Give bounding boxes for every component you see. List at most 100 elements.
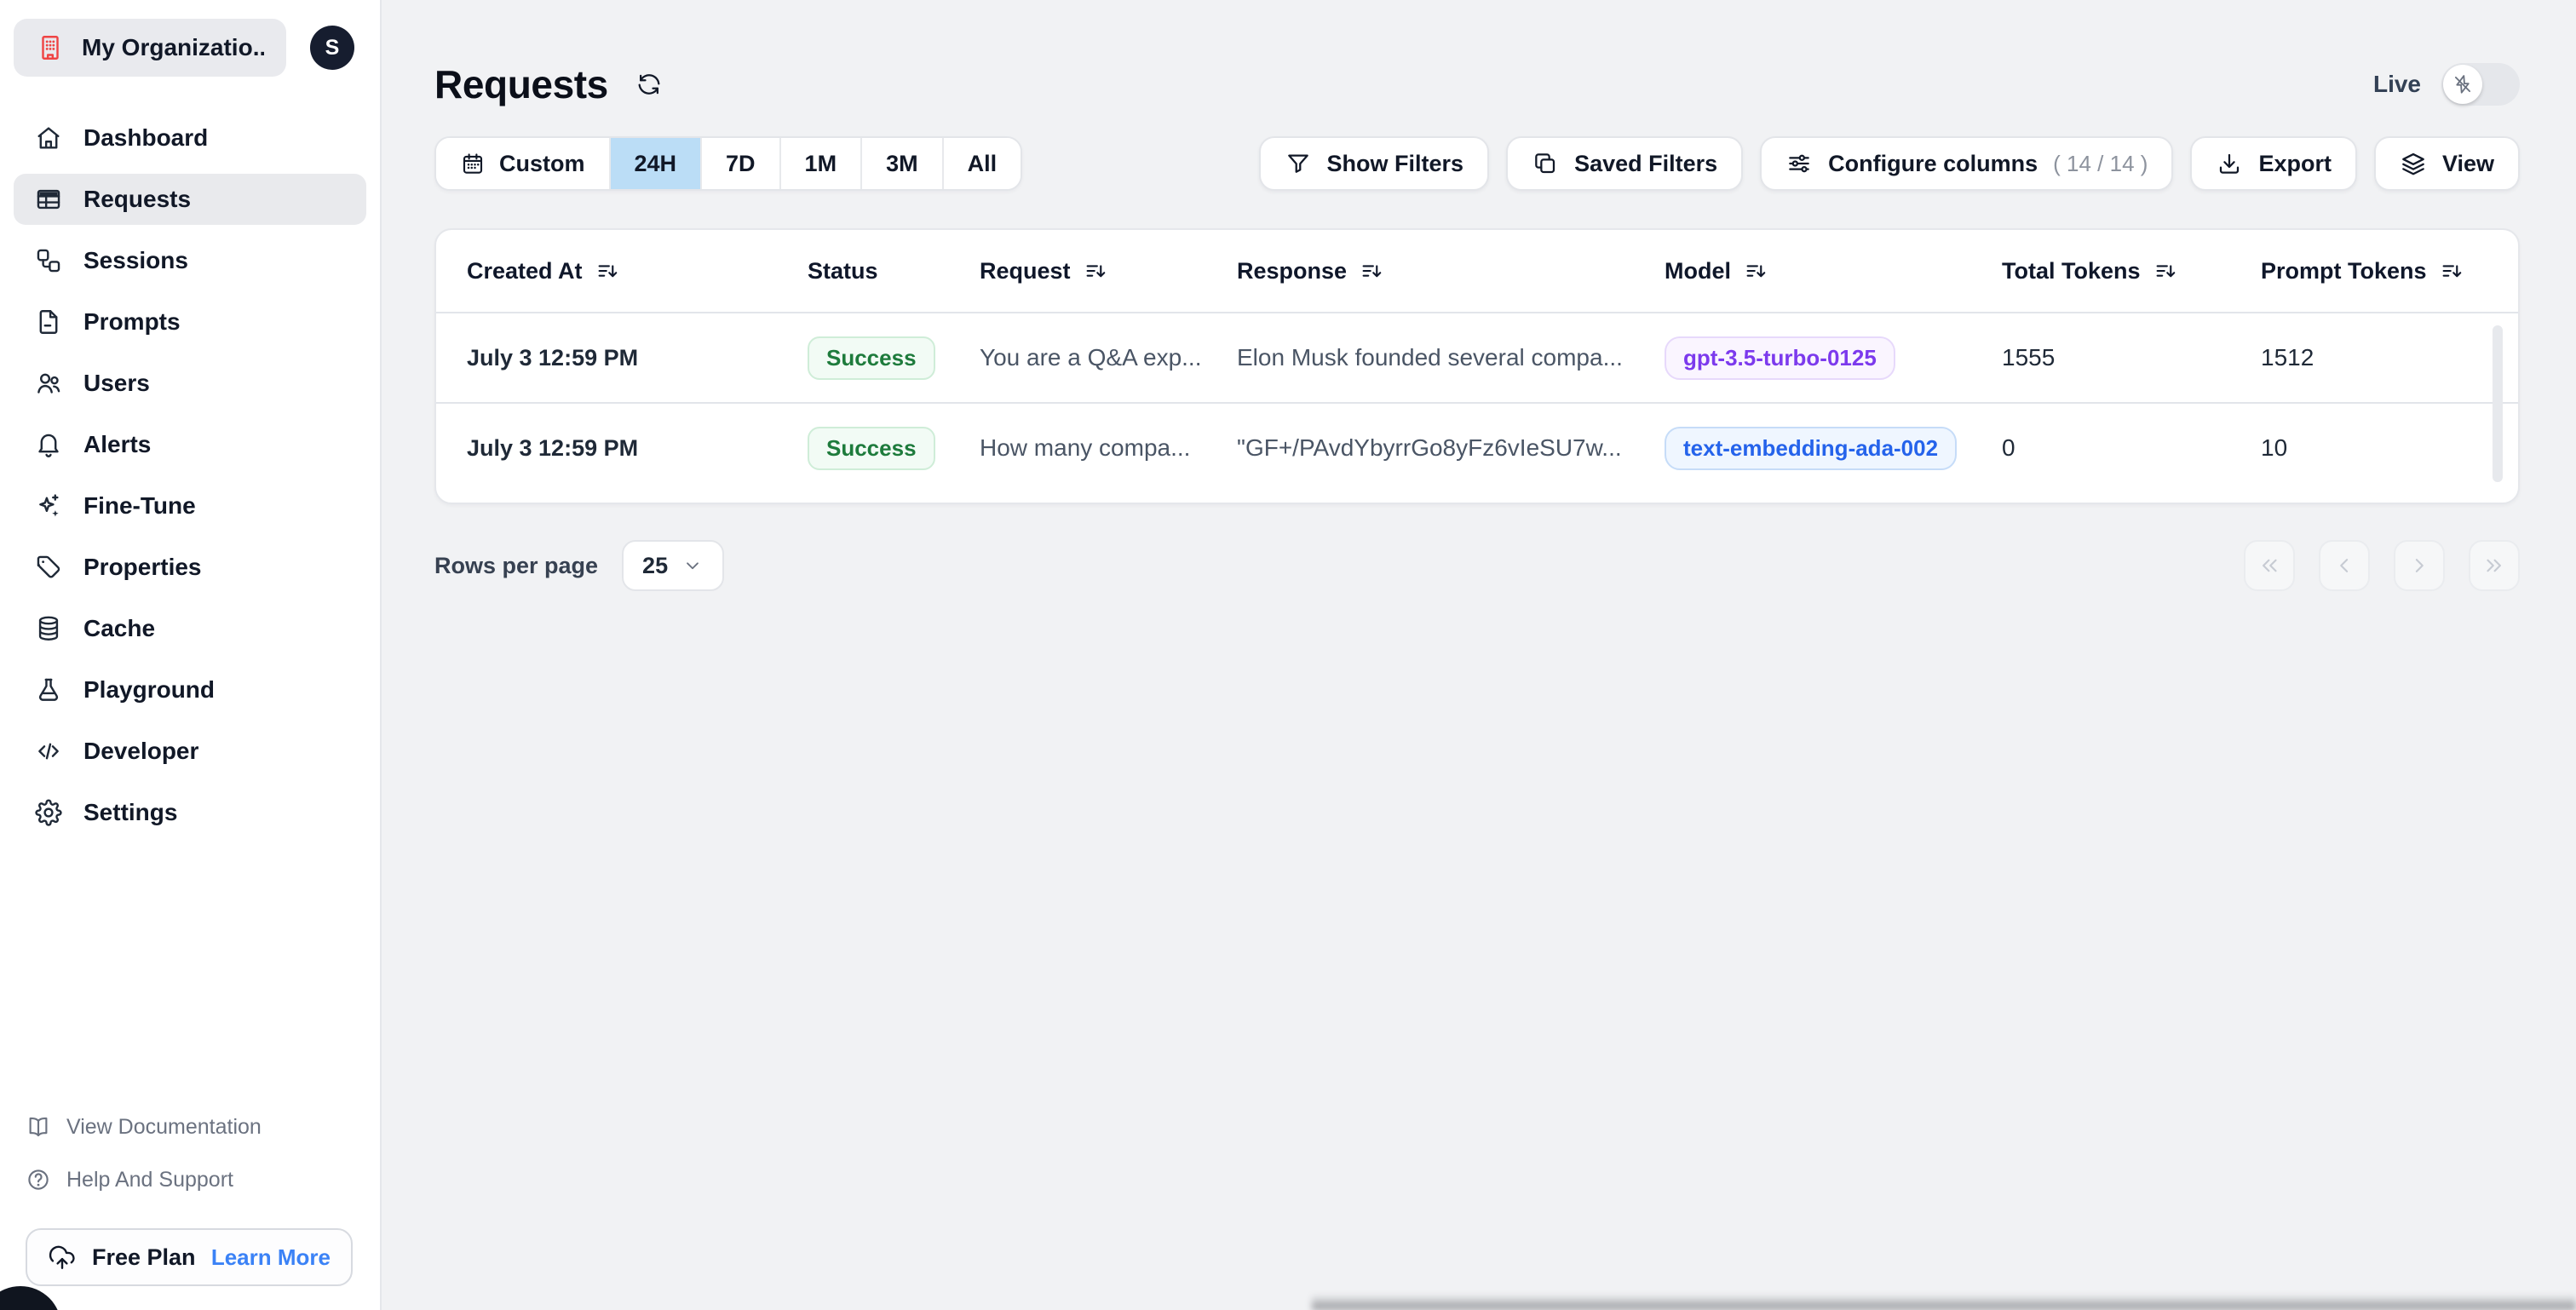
sort-icon[interactable] <box>1743 258 1768 284</box>
cell-prompt-tokens: 1512 <box>2261 344 2314 371</box>
sliders-icon <box>1785 150 1813 177</box>
sort-icon[interactable] <box>2439 258 2464 284</box>
model-badge: text-embedding-ada-002 <box>1665 426 1958 470</box>
org-name: My Organizatio... <box>82 34 264 60</box>
layers-icon <box>2400 150 2427 177</box>
cell-status: Success <box>808 426 980 470</box>
toolbar-buttons: Show Filters Saved Filters Configure col… <box>1258 136 2520 191</box>
table-footer: Rows per page 25 <box>434 540 2520 591</box>
zap-off-icon <box>2452 73 2474 95</box>
next-page-button[interactable] <box>2394 540 2445 591</box>
tag-icon <box>34 553 63 582</box>
copy-icon <box>1532 150 1559 177</box>
funnel-icon <box>1285 150 1312 177</box>
table-scrollbar[interactable] <box>2493 325 2503 482</box>
requests-table-card: Created At Status Request Response Model… <box>434 228 2520 504</box>
cell-model: text-embedding-ada-002 <box>1665 426 2002 470</box>
sort-icon[interactable] <box>595 258 620 284</box>
sort-icon[interactable] <box>1359 258 1384 284</box>
time-range-7d[interactable]: 7D <box>702 138 781 189</box>
time-range-24h[interactable]: 24H <box>610 138 703 189</box>
avatar[interactable]: S <box>310 26 354 70</box>
column-header-response[interactable]: Response <box>1237 258 1665 284</box>
cloud-up-icon <box>48 1243 77 1272</box>
sidebar-footer: View Documentation Help And Support Free… <box>26 1114 353 1286</box>
home-icon <box>34 124 63 152</box>
sidebar-item-prompts[interactable]: Prompts <box>14 296 366 348</box>
sidebar-item-settings[interactable]: Settings <box>14 787 366 838</box>
column-header-request[interactable]: Request <box>980 258 1237 284</box>
column-header-status[interactable]: Status <box>808 258 980 284</box>
toolbar: Custom 24H 7D 1M 3M All Show Filters Sav… <box>434 136 2520 191</box>
plan-label: Free Plan <box>92 1244 196 1270</box>
org-row: My Organizatio... S <box>0 0 380 77</box>
table-row[interactable]: July 3 12:59 PM Success How many compa..… <box>436 404 2518 492</box>
sidebar-item-users[interactable]: Users <box>14 358 366 409</box>
main-content: Requests Live Custom 24H 7D 1M 3M All Sh… <box>382 0 2576 1310</box>
help-icon <box>26 1167 51 1192</box>
prev-page-button[interactable] <box>2319 540 2370 591</box>
first-page-button[interactable] <box>2244 540 2295 591</box>
column-header-model[interactable]: Model <box>1665 258 2002 284</box>
sidebar-item-fine-tune[interactable]: Fine-Tune <box>14 480 366 531</box>
pagination <box>2244 540 2520 591</box>
saved-filters-button[interactable]: Saved Filters <box>1506 136 1744 191</box>
column-header-total-tokens[interactable]: Total Tokens <box>2002 258 2261 284</box>
sidebar-item-sessions[interactable]: Sessions <box>14 235 366 286</box>
last-page-button[interactable] <box>2469 540 2520 591</box>
sessions-icon <box>34 246 63 275</box>
export-button[interactable]: Export <box>2190 136 2357 191</box>
cell-created-at: July 3 12:59 PM <box>467 434 639 461</box>
rows-per-page-value: 25 <box>642 552 669 578</box>
refresh-button[interactable] <box>632 67 666 101</box>
model-badge: gpt-3.5-turbo-0125 <box>1665 336 1895 380</box>
time-range-custom[interactable]: Custom <box>436 138 611 189</box>
db-icon <box>34 614 63 643</box>
sidebar-item-dashboard[interactable]: Dashboard <box>14 112 366 164</box>
cell-request: You are a Q&A exp... <box>980 344 1202 371</box>
rows-per-page-select[interactable]: 25 <box>622 540 725 591</box>
cell-status: Success <box>808 336 980 380</box>
users-icon <box>34 369 63 398</box>
building-icon <box>36 33 65 62</box>
sort-icon[interactable] <box>1083 258 1108 284</box>
configure-columns-button[interactable]: Configure columns ( 14 / 14 ) <box>1760 136 2174 191</box>
view-documentation-link[interactable]: View Documentation <box>26 1114 353 1140</box>
org-switcher-button[interactable]: My Organizatio... <box>14 19 286 77</box>
file-icon <box>34 307 63 336</box>
sidebar-item-properties[interactable]: Properties <box>14 542 366 593</box>
cell-response: Elon Musk founded several compa... <box>1237 344 1623 371</box>
column-header-prompt-tokens[interactable]: Prompt Tokens <box>2261 258 2518 284</box>
sidebar-item-alerts[interactable]: Alerts <box>14 419 366 470</box>
table-icon <box>34 185 63 214</box>
cell-model: gpt-3.5-turbo-0125 <box>1665 336 2002 380</box>
sidebar-item-requests[interactable]: Requests <box>14 174 366 225</box>
page-title: Requests <box>434 62 608 106</box>
status-badge: Success <box>808 336 935 380</box>
status-badge: Success <box>808 426 935 470</box>
gear-icon <box>34 798 63 827</box>
time-range-segmented-control: Custom 24H 7D 1M 3M All <box>434 136 1023 191</box>
plan-card[interactable]: Free Plan Learn More <box>26 1228 353 1286</box>
book-icon <box>26 1114 51 1140</box>
help-and-support-link[interactable]: Help And Support <box>26 1167 353 1192</box>
table-row[interactable]: July 3 12:59 PM Success You are a Q&A ex… <box>436 313 2518 404</box>
time-range-1m[interactable]: 1M <box>780 138 863 189</box>
view-button[interactable]: View <box>2373 136 2520 191</box>
sort-icon[interactable] <box>2153 258 2178 284</box>
column-header-created-at[interactable]: Created At <box>467 258 808 284</box>
live-toggle-knob <box>2443 65 2482 104</box>
live-toggle[interactable] <box>2441 63 2520 106</box>
cell-request: How many compa... <box>980 434 1191 461</box>
sidebar-item-playground[interactable]: Playground <box>14 664 366 715</box>
learn-more-link[interactable]: Learn More <box>211 1244 331 1271</box>
time-range-3m[interactable]: 3M <box>862 138 944 189</box>
show-filters-button[interactable]: Show Filters <box>1258 136 1490 191</box>
download-icon <box>2216 150 2243 177</box>
sidebar-item-developer[interactable]: Developer <box>14 726 366 777</box>
sidebar-item-cache[interactable]: Cache <box>14 603 366 654</box>
time-range-all[interactable]: All <box>943 138 1021 189</box>
flask-icon <box>34 675 63 704</box>
rows-per-page-label: Rows per page <box>434 552 599 578</box>
live-label: Live <box>2372 71 2421 97</box>
